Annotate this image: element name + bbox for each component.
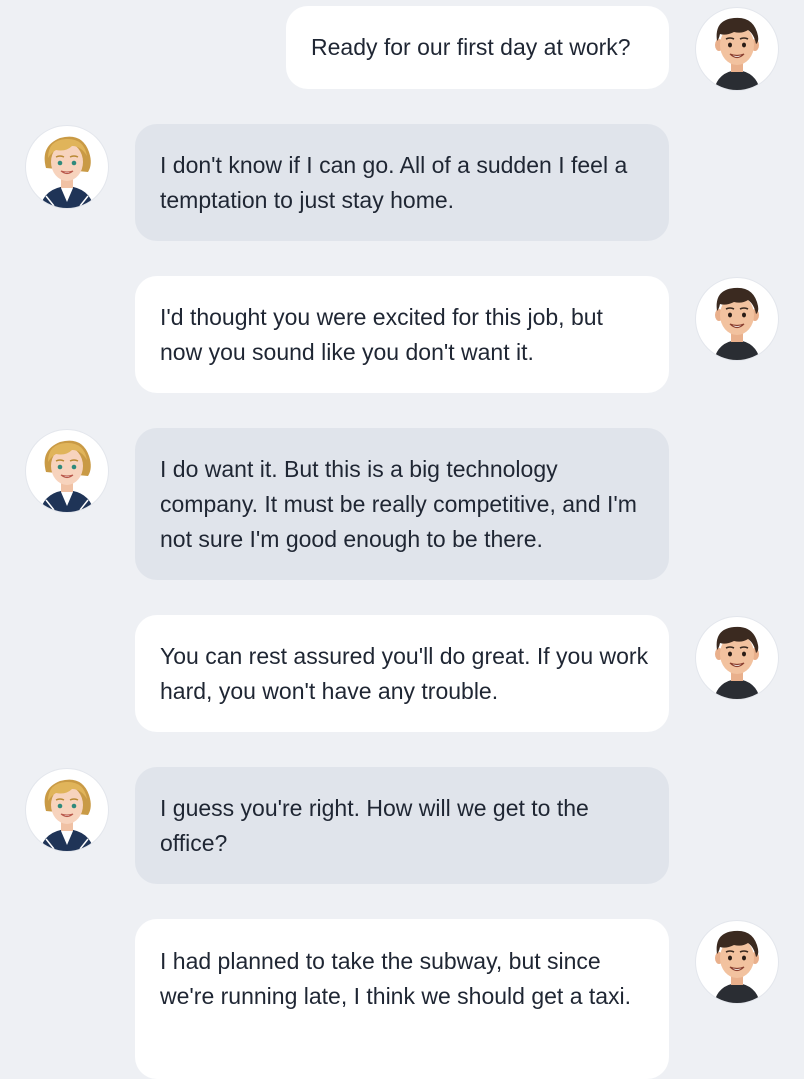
message-bubble-incoming: I do want it. But this is a big technolo… bbox=[135, 428, 669, 580]
message-bubble-outgoing: You can rest assured you'll do great. If… bbox=[135, 615, 669, 732]
message-text: I had planned to take the subway, but si… bbox=[160, 948, 632, 1009]
message-bubble-incoming: I don't know if I can go. All of a sudde… bbox=[135, 124, 669, 241]
message-bubble-outgoing: I'd thought you were excited for this jo… bbox=[135, 276, 669, 393]
boy-avatar-icon[interactable] bbox=[696, 617, 778, 699]
girl-avatar-icon[interactable] bbox=[26, 126, 108, 208]
girl-avatar-icon[interactable] bbox=[26, 430, 108, 512]
message-text: I guess you're right. How will we get to… bbox=[160, 794, 589, 856]
message-bubble-incoming: I guess you're right. How will we get to… bbox=[135, 767, 669, 884]
boy-avatar-icon[interactable] bbox=[696, 8, 778, 90]
message-text: I'd thought you were excited for this jo… bbox=[160, 303, 603, 365]
message-text: I don't know if I can go. All of a sudde… bbox=[160, 151, 628, 213]
boy-avatar-icon[interactable] bbox=[696, 921, 778, 1003]
girl-avatar-icon[interactable] bbox=[26, 769, 108, 851]
message-text: You can rest assured you'll do great. If… bbox=[160, 642, 649, 704]
message-text: I do want it. But this is a big technolo… bbox=[160, 455, 637, 552]
message-text: Ready for our first day at work? bbox=[311, 34, 631, 60]
message-bubble-outgoing: Ready for our first day at work? bbox=[286, 6, 669, 89]
message-bubble-outgoing: I had planned to take the subway, but si… bbox=[135, 919, 669, 1079]
boy-avatar-icon[interactable] bbox=[696, 278, 778, 360]
